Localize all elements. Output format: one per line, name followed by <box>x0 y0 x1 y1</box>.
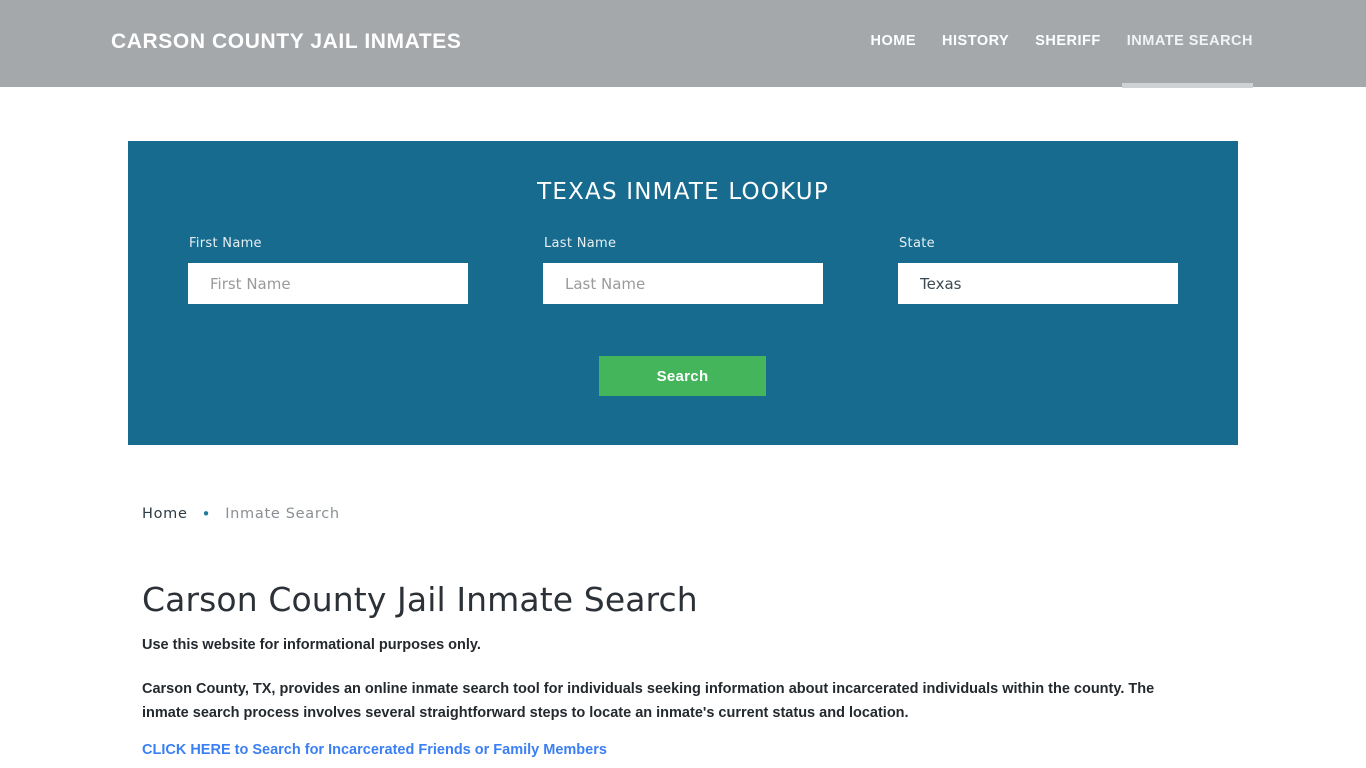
breadcrumb-separator-bullet-icon: • <box>201 504 212 523</box>
search-inmates-cta-link[interactable]: CLICK HERE to Search for Incarcerated Fr… <box>142 742 607 758</box>
nav-item-inmate-search[interactable]: Inmate Search <box>1114 33 1253 49</box>
site-header: Carson County Jail Inmates Home History … <box>0 0 1366 88</box>
breadcrumb-item-home[interactable]: Home <box>142 506 188 522</box>
disclaimer-note: Use this website for informational purpo… <box>142 637 481 653</box>
first-name-label: First Name <box>189 236 262 251</box>
breadcrumb: Home • Inmate Search <box>142 506 340 522</box>
last-name-field-group: Last Name <box>543 236 823 304</box>
intro-paragraph: Carson County, TX, provides an online in… <box>142 681 1155 721</box>
last-name-label: Last Name <box>544 236 617 251</box>
state-input[interactable] <box>898 263 1178 304</box>
inmate-lookup-panel: Texas Inmate Lookup First Name Last Name… <box>128 141 1238 445</box>
nav-item-sheriff[interactable]: Sheriff <box>1022 33 1114 49</box>
breadcrumb-item-current: Inmate Search <box>225 506 340 522</box>
page-title: Carson County Jail Inmate Search <box>142 580 698 619</box>
last-name-input[interactable] <box>543 263 823 304</box>
nav-active-indicator <box>1122 83 1253 88</box>
search-submit-button[interactable]: Search <box>599 356 766 396</box>
first-name-field-group: First Name <box>188 236 468 304</box>
site-brand-logo[interactable]: Carson County Jail Inmates <box>111 30 461 54</box>
state-label: State <box>899 236 935 251</box>
nav-item-history[interactable]: History <box>929 33 1022 49</box>
lookup-panel-title: Texas Inmate Lookup <box>537 179 829 205</box>
first-name-input[interactable] <box>188 263 468 304</box>
nav-item-home[interactable]: Home <box>858 33 930 49</box>
main-navigation: Home History Sheriff Inmate Search <box>858 33 1253 49</box>
state-field-group: State <box>898 236 1178 304</box>
